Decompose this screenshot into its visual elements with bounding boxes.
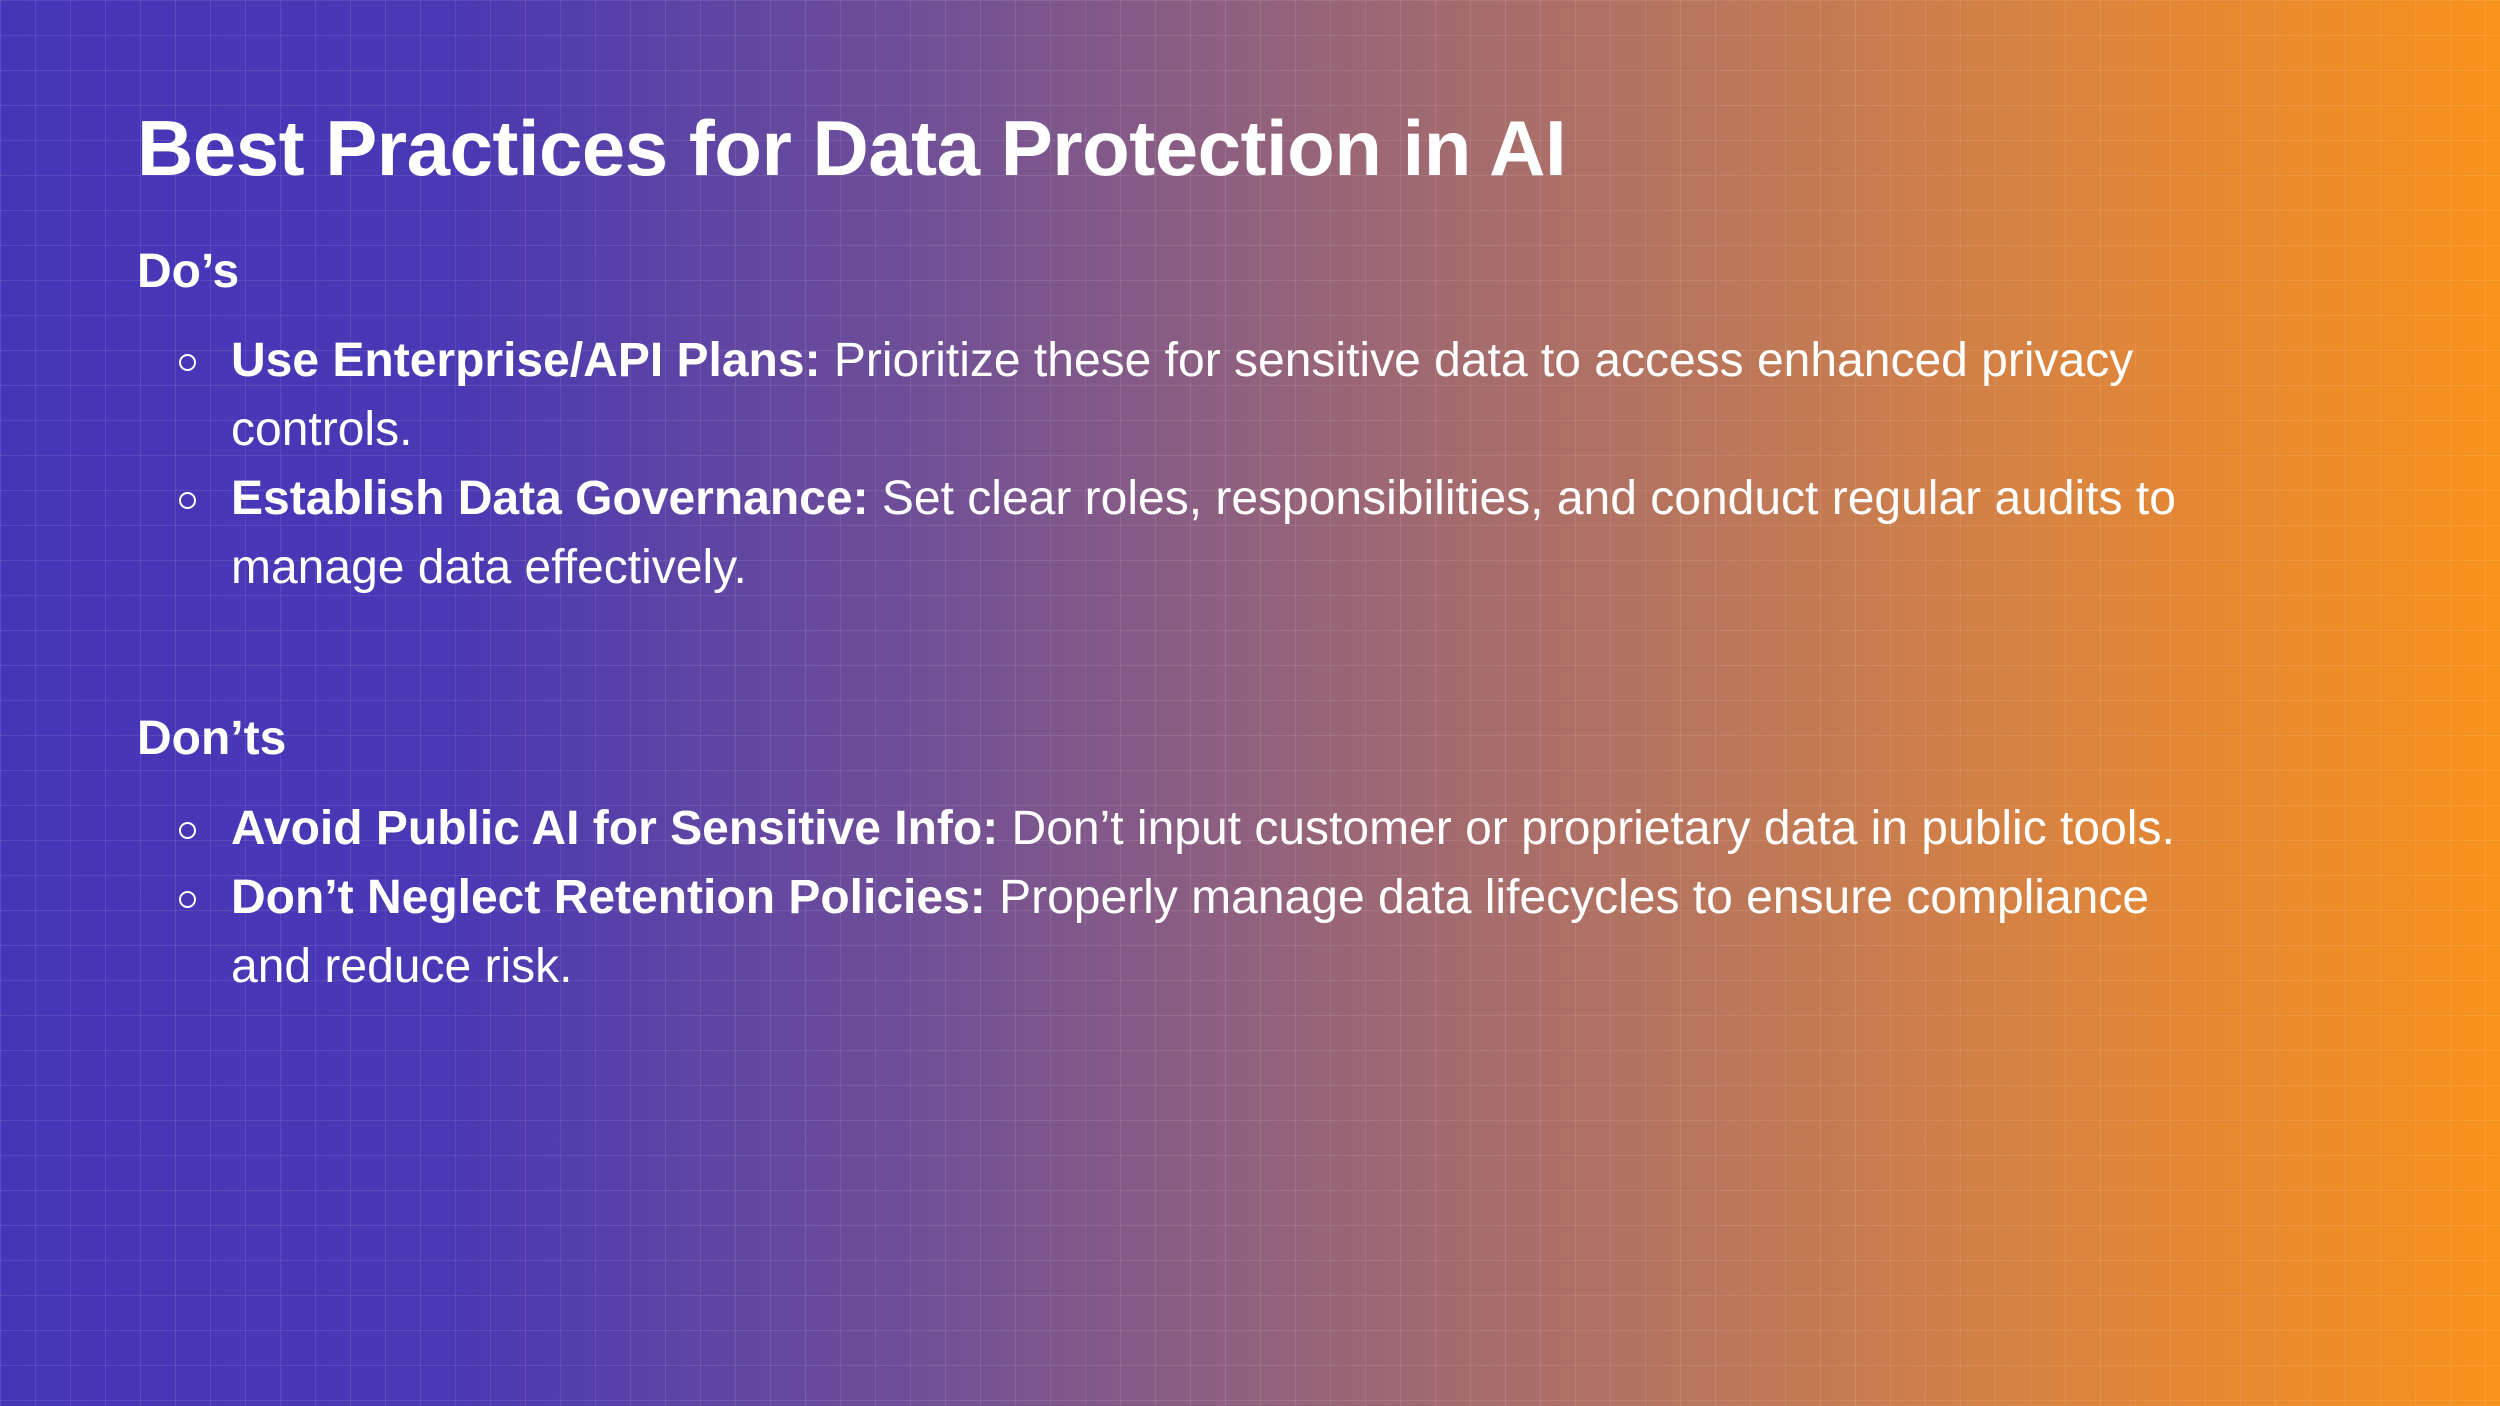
donts-list: Avoid Public AI for Sensitive Info: Don’… [137, 794, 2187, 1001]
list-item: Don’t Neglect Retention Policies: Proper… [137, 863, 2187, 1001]
item-text: Don’t input customer or proprietary data… [1011, 801, 2175, 855]
item-lead: Don’t Neglect Retention Policies: [231, 870, 986, 924]
list-item: Avoid Public AI for Sensitive Info: Don’… [137, 794, 2187, 863]
item-lead: Use Enterprise/API Plans: [231, 334, 821, 388]
list-item: Establish Data Governance: Set clear rol… [137, 464, 2187, 602]
hollow-circle-bullet-icon [179, 890, 196, 908]
slide-content: Best Practices for Data Protection in AI… [137, 100, 2187, 1001]
dos-section: Do’s Use Enterprise/API Plans: Prioritiz… [137, 243, 2187, 603]
item-lead: Establish Data Governance: [231, 472, 869, 526]
donts-heading: Don’ts [137, 712, 287, 766]
slide-title: Best Practices for Data Protection in AI [137, 104, 1567, 192]
hollow-circle-bullet-icon [179, 821, 196, 839]
hollow-circle-bullet-icon [179, 492, 196, 510]
dos-heading: Do’s [137, 244, 240, 298]
donts-section: Don’ts Avoid Public AI for Sensitive Inf… [137, 710, 2187, 1001]
hollow-circle-bullet-icon [179, 354, 196, 372]
item-lead: Avoid Public AI for Sensitive Info: [231, 801, 999, 855]
dos-list: Use Enterprise/API Plans: Prioritize the… [137, 326, 2187, 602]
slide: Best Practices for Data Protection in AI… [0, 0, 2500, 1406]
list-item: Use Enterprise/API Plans: Prioritize the… [137, 326, 2187, 464]
